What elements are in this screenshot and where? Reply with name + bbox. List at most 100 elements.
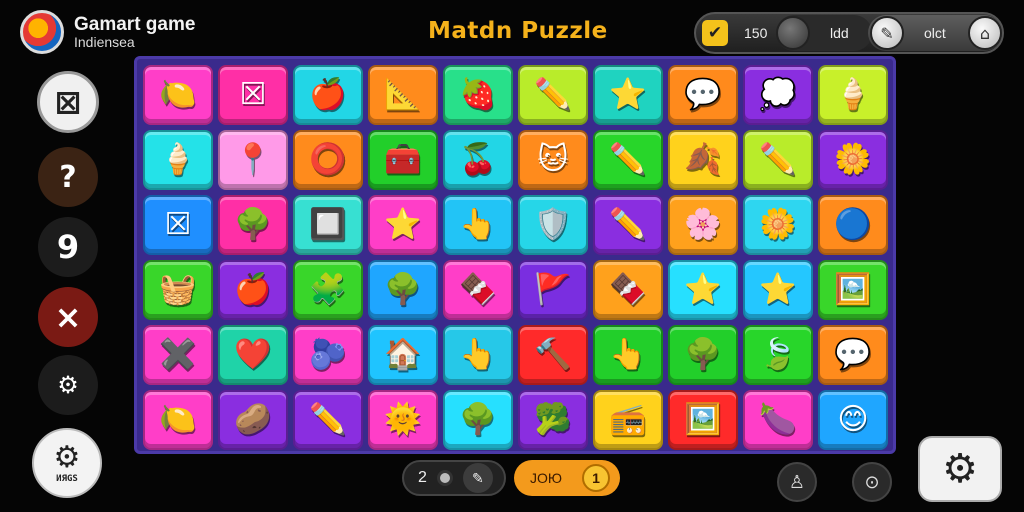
gear-icon: ⚙ [57,371,79,399]
board-tile[interactable]: 💬 [668,65,738,125]
board-tile[interactable]: 🌼 [743,195,813,255]
board-tile[interactable]: 👆 [443,325,513,385]
board-tile[interactable]: ⭐ [368,195,438,255]
board-tile[interactable]: 🌞 [368,390,438,450]
board-tile[interactable]: 🥦 [518,390,588,450]
status-value-2: ldd [830,25,849,41]
board-tile[interactable]: 💭 [743,65,813,125]
board-tile[interactable]: 🍦 [143,130,213,190]
close-button[interactable]: × [38,287,98,347]
board-tile[interactable]: ⭐ [743,260,813,320]
board-tile[interactable]: 🍂 [668,130,738,190]
tile-icon: ⭕ [309,142,347,177]
tile-icon: ⭐ [609,77,647,112]
puzzle-board: 🍋 ☒ 🍎 📐 🍓 ✏️ ⭐ 💬 💭 🍦 🍦 📍 ⭕ 🧰 🍒 🐱 ✏️ 🍂 ✏️ 🌼 ☒ 🌳 🔲 ⭐ 👆 🛡️ ✏️ 🌸 🌼 🔵 🧺 🍎 🧩 🌳 🍫… [134,56,896,454]
tile-icon: 🫐 [309,337,347,372]
level-nine-button[interactable]: 9 [38,217,98,277]
board-tile[interactable]: ✏️ [593,130,663,190]
tile-icon: ✏️ [309,402,347,437]
board-tile[interactable]: 👆 [593,325,663,385]
board-tile[interactable]: 🍃 [743,325,813,385]
tile-icon: 🌸 [684,207,722,242]
small-settings-button[interactable]: ⚙ [38,355,98,415]
pen-knob-icon[interactable]: ✎ [870,16,904,50]
score-pill[interactable]: ЈОЮ 1 [514,460,620,496]
brand-logo-icon [20,10,64,54]
board-tile[interactable]: 🚩 [518,260,588,320]
board-tile[interactable]: 🔲 [293,195,363,255]
tile-icon: ❤️ [234,337,272,372]
tile-icon: 🖼️ [684,402,722,437]
tile-icon: 🍆 [759,402,797,437]
pawn-button[interactable]: ♙ [777,462,817,502]
tile-icon: 🥦 [534,402,572,437]
gear-icon: ⚙ [53,439,81,475]
board-tile[interactable]: 😊 [818,390,888,450]
pen-icon[interactable]: ✎ [462,463,493,493]
board-tile[interactable]: 🧺 [143,260,213,320]
dot-icon [436,470,453,486]
board-tile[interactable]: 🌳 [443,390,513,450]
settings-button[interactable]: ⚙ [918,436,1002,502]
counter-pill[interactable]: 2 ✎ [402,460,506,496]
board-tile[interactable]: 🧩 [293,260,363,320]
board-tile[interactable]: 💬 [818,325,888,385]
board-tile[interactable]: 🫐 [293,325,363,385]
board-tile[interactable]: 🥔 [218,390,288,450]
board-tile[interactable]: 🍋 [143,390,213,450]
board-tile[interactable]: 🍦 [818,65,888,125]
board-tile[interactable]: 🖼️ [818,260,888,320]
tile-icon: 🍃 [759,337,797,372]
board-tile[interactable]: ⭕ [293,130,363,190]
board-tile[interactable]: 🏠 [368,325,438,385]
board-tile[interactable]: 🌳 [368,260,438,320]
board-tile[interactable]: 🌼 [818,130,888,190]
board-tile[interactable]: 🌳 [668,325,738,385]
home-knob-icon[interactable]: ⌂ [968,16,1002,50]
board-tile[interactable]: 🍫 [443,260,513,320]
board-tile[interactable]: ☒ [143,195,213,255]
board-tile[interactable]: 🍋 [143,65,213,125]
board-tile[interactable]: 🍓 [443,65,513,125]
board-tile[interactable]: 👆 [443,195,513,255]
board-tile[interactable]: ⭐ [668,260,738,320]
board-tile[interactable]: 🍎 [293,65,363,125]
help-button[interactable]: ? [38,147,98,207]
checkbox-icon[interactable]: ✔ [702,20,728,46]
counter-value: 2 [418,469,427,486]
board-tile[interactable]: ✏️ [593,195,663,255]
board-tile[interactable]: 🍆 [743,390,813,450]
board-tile[interactable]: 🌳 [218,195,288,255]
big-settings-button[interactable]: ⚙ ИЯGS [32,428,102,498]
board-tile[interactable]: ☒ [218,65,288,125]
board-tile[interactable]: 🛡️ [518,195,588,255]
tile-icon: 🖼️ [834,272,872,307]
board-tile[interactable]: ❤️ [218,325,288,385]
tile-icon: 💭 [759,77,797,112]
board-tile[interactable]: ✖️ [143,325,213,385]
score-label: ЈОЮ [530,470,563,486]
board-tile[interactable]: ⭐ [593,65,663,125]
board-tile[interactable]: 📍 [218,130,288,190]
board-tile[interactable]: 📐 [368,65,438,125]
board-tile[interactable]: 🍎 [218,260,288,320]
board-tile[interactable]: ✏️ [293,390,363,450]
hint-button[interactable]: ⊙ [852,462,892,502]
board-tile[interactable]: 🧰 [368,130,438,190]
puzzle-button[interactable]: ⊠ [37,71,99,133]
toggle-knob-dark[interactable] [776,16,810,50]
status-value-1: 150 [744,25,768,41]
tile-icon: 📍 [234,142,272,177]
board-tile[interactable]: 🔨 [518,325,588,385]
board-tile[interactable]: ✏️ [743,130,813,190]
gear-icon: ⚙ [942,446,978,492]
board-tile[interactable]: 🍒 [443,130,513,190]
board-tile[interactable]: 🐱 [518,130,588,190]
tile-icon: 🍂 [684,142,722,177]
board-tile[interactable]: 🖼️ [668,390,738,450]
board-tile[interactable]: 🌸 [668,195,738,255]
board-tile[interactable]: 🔵 [818,195,888,255]
board-tile[interactable]: 🍫 [593,260,663,320]
board-tile[interactable]: 📻 [593,390,663,450]
board-tile[interactable]: ✏️ [518,65,588,125]
